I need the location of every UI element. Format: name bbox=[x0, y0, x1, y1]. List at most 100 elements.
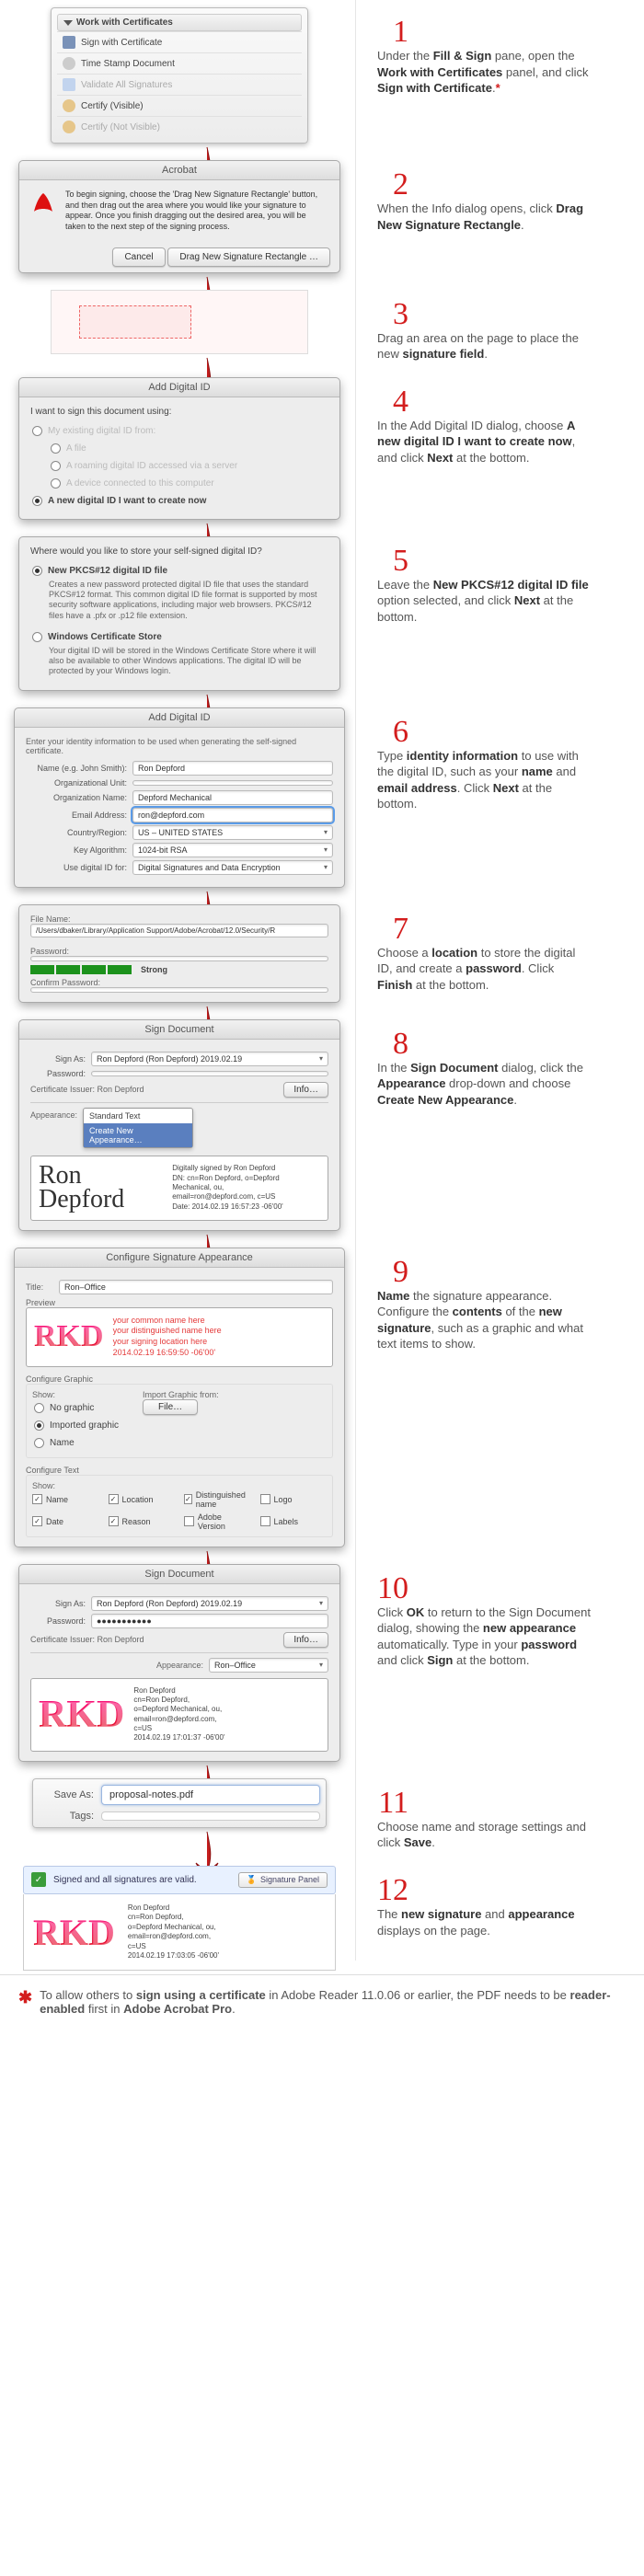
step-text: Type identity information to use with th… bbox=[372, 748, 592, 812]
tags-field[interactable] bbox=[101, 1811, 320, 1821]
footnote: ✱ To allow others to sign using a certif… bbox=[0, 1974, 644, 2029]
appearance-select[interactable]: Ron–Office bbox=[209, 1658, 328, 1673]
page-signature-display: RKD Ron Depford cn=Ron Depford, o=Depfor… bbox=[23, 1894, 336, 1971]
valid-check-icon: ✓ bbox=[31, 1872, 46, 1887]
step-text: Choose a location to store the digital I… bbox=[372, 945, 592, 994]
ribbon-icon: 🏅 bbox=[247, 1875, 257, 1885]
filename-field[interactable]: /Users/dbaker/Library/Application Suppor… bbox=[30, 924, 328, 937]
password-field[interactable]: ●●●●●●●●●●● bbox=[91, 1614, 328, 1628]
roaming-radio: A roaming digital ID accessed via a serv… bbox=[30, 457, 328, 475]
step-text: Choose name and storage settings and cli… bbox=[372, 1819, 592, 1851]
configure-appearance-dialog: Configure Signature Appearance Title:Ron… bbox=[14, 1248, 345, 1547]
text-opt-checkbox[interactable]: Distinguished name bbox=[184, 1490, 251, 1509]
email-field[interactable]: ron@depford.com bbox=[132, 808, 333, 822]
dialog-title: Configure Signature Appearance bbox=[15, 1248, 344, 1268]
file-button[interactable]: File… bbox=[143, 1399, 198, 1415]
cancel-button[interactable]: Cancel bbox=[112, 247, 165, 267]
signas-select[interactable]: Ron Depford (Ron Depford) 2019.02.19 bbox=[91, 1596, 328, 1611]
panel-header[interactable]: Work with Certificates bbox=[57, 14, 302, 31]
org-field[interactable]: Depford Mechanical bbox=[132, 790, 333, 805]
password-field[interactable] bbox=[91, 1071, 328, 1076]
pkcs12-desc: Creates a new password protected digital… bbox=[30, 580, 328, 628]
sign-with-certificate-item[interactable]: Sign with Certificate bbox=[57, 31, 302, 52]
step-text: The new signature and appearance display… bbox=[372, 1906, 592, 1938]
sign-document-dialog: Sign Document Sign As:Ron Depford (Ron D… bbox=[18, 1019, 340, 1231]
appearance-preview: RKD your common name here your distingui… bbox=[26, 1307, 333, 1367]
step-text: Click OK to return to the Sign Document … bbox=[372, 1604, 592, 1669]
step-text: Under the Fill & Sign pane, open the Wor… bbox=[372, 48, 592, 97]
step-number: 2 bbox=[372, 169, 408, 201]
step-number: 12 bbox=[372, 1875, 408, 1906]
existing-id-radio: My existing digital ID from: bbox=[30, 422, 328, 440]
alg-select[interactable]: 1024-bit RSA bbox=[132, 843, 333, 857]
timestamp-item[interactable]: Time Stamp Document bbox=[57, 52, 302, 74]
text-opt-checkbox[interactable]: Adobe Version bbox=[184, 1512, 251, 1531]
signas-select[interactable]: Ron Depford (Ron Depford) 2019.02.19 bbox=[91, 1052, 328, 1066]
step-number: 8 bbox=[372, 1029, 408, 1060]
text-opt-checkbox[interactable]: Logo bbox=[260, 1490, 328, 1509]
pkcs12-radio[interactable]: New PKCS#12 digital ID file bbox=[30, 562, 328, 580]
password-strength: Strong bbox=[30, 965, 328, 974]
text-opt-checkbox[interactable]: Date bbox=[32, 1512, 99, 1531]
certify-invisible-item: Certify (Not Visible) bbox=[57, 116, 302, 137]
signature-preview: RKD Ron Depford cn=Ron Depford, o=Depfor… bbox=[30, 1678, 328, 1752]
step-number: 5 bbox=[372, 546, 408, 577]
no-graphic-radio[interactable]: No graphic bbox=[32, 1399, 121, 1417]
info-button[interactable]: Info… bbox=[283, 1632, 328, 1648]
signature-preview: Ron Depford Digitally signed by Ron Depf… bbox=[30, 1156, 328, 1221]
add-digital-id-dialog: Add Digital ID I want to sign this docum… bbox=[18, 377, 340, 520]
name-field[interactable]: Ron Depford bbox=[132, 761, 333, 776]
new-id-radio[interactable]: A new digital ID I want to create now bbox=[30, 492, 328, 510]
orgunit-field[interactable] bbox=[132, 780, 333, 786]
text-opt-checkbox[interactable]: Labels bbox=[260, 1512, 328, 1531]
collapse-icon bbox=[63, 20, 73, 26]
step-number: 4 bbox=[372, 386, 408, 418]
step-text: Name the signature appearance. Configure… bbox=[372, 1288, 592, 1352]
store-digital-id-dialog: Where would you like to store your self-… bbox=[18, 536, 340, 691]
info-text: To begin signing, choose the 'Drag New S… bbox=[65, 190, 328, 233]
step-number: 3 bbox=[372, 299, 408, 330]
info-dialog: Acrobat To begin signing, choose the 'Dr… bbox=[18, 160, 340, 273]
signature-field-drag-area[interactable] bbox=[51, 290, 308, 354]
password-field[interactable] bbox=[30, 956, 328, 961]
use-select[interactable]: Digital Signatures and Data Encryption bbox=[132, 860, 333, 875]
dialog-title: Sign Document bbox=[19, 1565, 339, 1584]
imported-graphic-radio[interactable]: Imported graphic bbox=[32, 1417, 121, 1434]
ribbon-icon bbox=[63, 121, 75, 133]
step-number: 10 bbox=[372, 1573, 408, 1604]
step-text: In the Add Digital ID dialog, choose A n… bbox=[372, 418, 592, 466]
step-number: 9 bbox=[372, 1257, 408, 1288]
step-text: Drag an area on the page to place the ne… bbox=[372, 330, 592, 362]
text-opt-checkbox[interactable]: Name bbox=[32, 1490, 99, 1509]
drag-rectangle-button[interactable]: Drag New Signature Rectangle … bbox=[167, 247, 330, 267]
info-button[interactable]: Info… bbox=[283, 1082, 328, 1098]
confirm-password-field[interactable] bbox=[30, 987, 328, 993]
footnote-star: * bbox=[496, 81, 500, 95]
winstore-radio[interactable]: Windows Certificate Store bbox=[30, 628, 328, 646]
dialog-title: Add Digital ID bbox=[15, 708, 344, 728]
dialog-title: Sign Document bbox=[19, 1020, 339, 1040]
dialog-title: Acrobat bbox=[19, 161, 339, 180]
name-graphic-radio[interactable]: Name bbox=[32, 1434, 121, 1452]
step-number: 11 bbox=[372, 1788, 408, 1819]
certify-visible-item[interactable]: Certify (Visible) bbox=[57, 95, 302, 116]
step-text: Leave the New PKCS#12 digital ID file op… bbox=[372, 577, 592, 626]
text-opt-checkbox[interactable]: Reason bbox=[109, 1512, 176, 1531]
country-select[interactable]: US – UNITED STATES bbox=[132, 825, 333, 840]
create-new-appearance-option[interactable]: Create New Appearance… bbox=[84, 1123, 192, 1147]
work-with-certificates-panel: Work with Certificates Sign with Certifi… bbox=[51, 7, 308, 144]
winstore-desc: Your digital ID will be stored in the Wi… bbox=[30, 646, 328, 681]
signature-panel-button[interactable]: 🏅 Signature Panel bbox=[238, 1872, 328, 1888]
text-opt-checkbox[interactable]: Location bbox=[109, 1490, 176, 1509]
title-field[interactable]: Ron–Office bbox=[59, 1280, 333, 1294]
appearance-select[interactable]: Standard Text Create New Appearance… bbox=[83, 1108, 193, 1148]
panel-title-text: Work with Certificates bbox=[76, 17, 173, 28]
password-dialog: File Name: /Users/dbaker/Library/Applica… bbox=[18, 904, 340, 1003]
dialog-lead: Where would you like to store your self-… bbox=[30, 546, 328, 557]
device-radio: A device connected to this computer bbox=[30, 475, 328, 492]
dialog-title: Add Digital ID bbox=[19, 378, 339, 397]
step-number: 7 bbox=[372, 914, 408, 945]
saveas-field[interactable]: proposal-notes.pdf bbox=[101, 1785, 320, 1805]
dialog-lead: I want to sign this document using: bbox=[30, 407, 328, 417]
pen-icon bbox=[63, 36, 75, 49]
